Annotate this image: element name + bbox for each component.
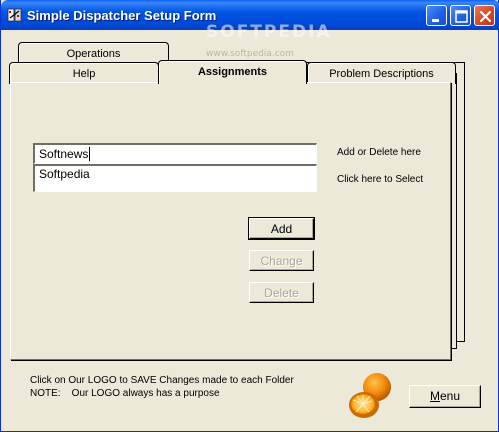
save-instruction: Click on Our LOGO to SAVE Changes made t… [30,375,294,386]
watermark: SOFTPEDIA [206,22,332,42]
tab-label: Help [72,68,96,80]
close-icon [479,10,492,23]
main-window: Simple Dispatcher Setup Form SOFTPEDIA w… [0,0,499,432]
assignments-panel [10,82,451,360]
tab-assignments[interactable]: Assignments [158,60,307,84]
minimize-button[interactable] [426,5,447,26]
maximize-icon [455,10,468,23]
maximize-button[interactable] [450,5,471,26]
menu-button-label: Menu [429,389,461,403]
tab-label: Operations [66,48,121,60]
change-button-label: Change [260,254,303,268]
entry-hint: Add or Delete here [337,147,421,158]
menu-button[interactable]: Menu [409,385,481,408]
tab-label: Assignments [197,66,268,78]
delete-button[interactable]: Delete [249,282,314,303]
tab-help[interactable]: Help [9,62,159,84]
delete-button-label: Delete [264,286,299,300]
add-button-label: Add [270,222,293,236]
assignment-input[interactable]: Softnews [33,143,317,164]
list-item[interactable]: Softpedia [39,167,312,181]
assignment-input-value: Softnews [39,147,89,161]
dispatcher-app-icon [7,8,22,22]
orange-logo-icon[interactable] [347,371,397,421]
window-title: Simple Dispatcher Setup Form [27,8,217,23]
close-button[interactable] [474,5,495,26]
tab-operations[interactable]: Operations [18,42,169,63]
logo-note: NOTE: Our LOGO always has a purpose [30,388,220,399]
tab-label: Problem Descriptions [329,68,434,80]
list-hint: Click here to Select [337,174,424,185]
add-button[interactable]: Add [248,217,315,240]
minimize-icon [432,19,439,22]
watermark-url: www.softpedia.com [206,49,294,59]
change-button[interactable]: Change [249,250,314,271]
tab-problem-descriptions[interactable]: Problem Descriptions [307,62,456,84]
assignment-list[interactable]: Softpedia [33,164,317,192]
